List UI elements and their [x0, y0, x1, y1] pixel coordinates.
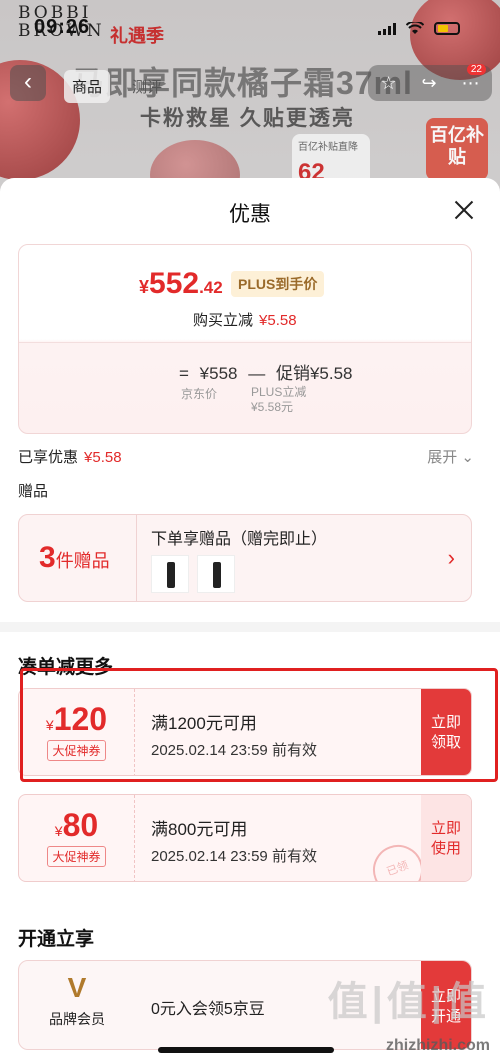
price-breakdown: ¥552.42 PLUS到手价 购买立减 ¥5.58 = ¥558 — 促销¥5.… — [18, 244, 472, 434]
gift-card[interactable]: 3件赠品 下单享赠品（赠完即止） › — [18, 514, 472, 602]
home-indicator — [158, 1047, 334, 1053]
chevron-right-icon: › — [447, 545, 455, 570]
buy-reduce: 购买立减 ¥5.58 — [193, 312, 297, 329]
member-name: 品牌会员 — [49, 1011, 105, 1027]
status-time: 09:26 — [34, 16, 91, 38]
open-member-title: 开通立享 — [18, 929, 95, 950]
gift-count: 3件赠品 — [39, 541, 110, 574]
battery-icon — [434, 22, 460, 35]
brand-v-logo-icon: V — [67, 972, 87, 1003]
gift-section-label: 赠品 — [18, 483, 49, 500]
back-button[interactable]: ‹ — [10, 65, 46, 101]
coupon-amount: ¥80 — [54, 807, 99, 843]
brand-campaign-badge: 礼遇季 — [110, 26, 164, 46]
sheet-header: 优惠 — [0, 178, 500, 242]
use-coupon-button[interactable]: 立即 使用 — [421, 795, 471, 881]
coupon-tag: 大促神券 — [47, 846, 106, 867]
watermark-url: zhizhizhi.com — [386, 1037, 490, 1054]
wifi-icon — [406, 22, 424, 34]
tab-product[interactable]: 商品 — [64, 70, 111, 103]
gift-thumbnail — [197, 555, 235, 593]
annotation-highlight-box — [20, 668, 498, 782]
gift-title: 下单享赠品（赠完即止） — [151, 531, 328, 548]
more-icon[interactable]: ⋯ — [462, 73, 480, 94]
close-icon[interactable] — [450, 196, 478, 224]
banner-subtitle: 卡粉救星 久贴更透亮 — [140, 107, 355, 130]
favorite-icon[interactable]: ☆ — [380, 73, 396, 94]
coupon-valid-date: 2025.02.14 23:59 前有效 — [151, 848, 317, 865]
chevron-down-icon: ⌄ — [461, 449, 474, 466]
sheet-title: 优惠 — [229, 203, 271, 226]
plus-price-tag: PLUS到手价 — [231, 271, 325, 297]
watermark-logo: 值|值|值 — [327, 980, 490, 1024]
status-icons — [378, 22, 460, 35]
status-bar: BOBBI BROWN 09:26 礼遇季 — [0, 0, 500, 56]
final-price: ¥552.42 — [139, 267, 223, 300]
member-benefit: 0元入会领5京豆 — [151, 1001, 265, 1018]
share-icon[interactable]: ↪ — [422, 73, 437, 94]
gift-thumbnail — [151, 555, 189, 593]
tab-review[interactable]: 测评 — [124, 70, 170, 103]
section-divider — [0, 622, 500, 632]
promotion-sheet: 优惠 ¥552.42 PLUS到手价 购买立减 ¥5.58 = ¥558 — 促销… — [0, 178, 500, 1061]
cart-badge: 22 — [466, 64, 486, 75]
coupon-card: ¥80 大促神券 满800元可用 2025.02.14 23:59 前有效 已领… — [18, 794, 472, 882]
product-page-background: 马即享同款橘子霜37ml 卡粉救星 久贴更透亮 百亿补贴直降 62 百亿补贴 B… — [0, 0, 500, 200]
banner-subsidy-badge: 百亿补贴 — [426, 118, 488, 180]
plus-reduce-label: PLUS立减 ¥5.58元 — [251, 385, 307, 414]
expand-button[interactable]: 展开 ⌄ — [427, 446, 474, 467]
price-formula: = ¥558 — 促销¥5.58 — [179, 364, 353, 383]
base-price-label: 京东价 — [181, 387, 218, 401]
banner-card-text: 百亿补贴直降 — [298, 142, 358, 153]
signal-icon — [378, 22, 396, 35]
coupon-condition: 满800元可用 — [151, 820, 248, 839]
enjoyed-discount: 已享优惠 ¥5.58 — [18, 449, 122, 466]
